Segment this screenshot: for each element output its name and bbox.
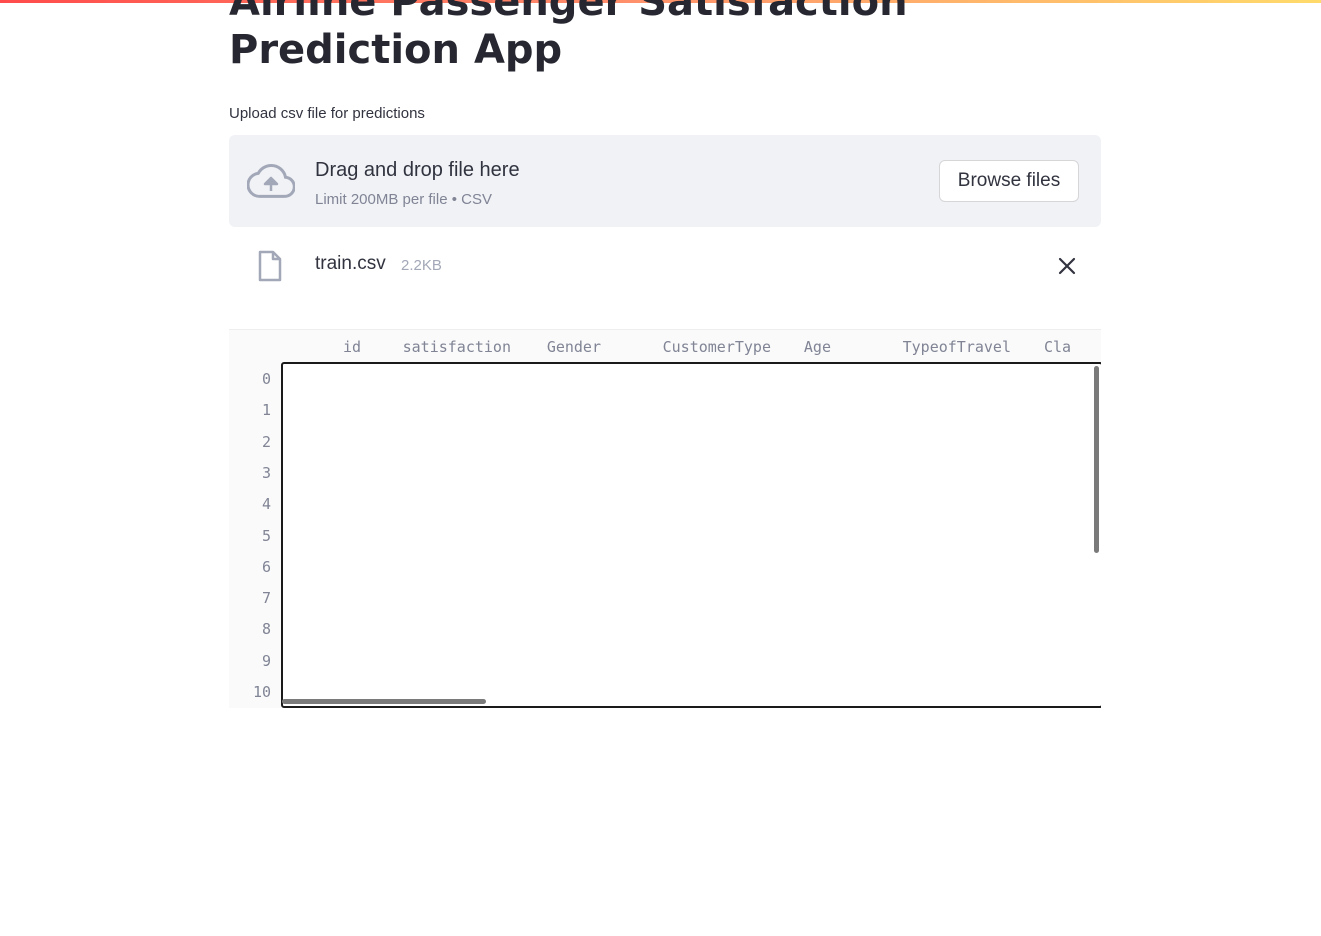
dropzone-title: Drag and drop file here	[315, 159, 520, 181]
browse-files-button[interactable]: Browse files	[939, 160, 1079, 202]
row-index: 8	[261, 620, 271, 639]
file-icon	[258, 250, 282, 282]
column-header-age: Age	[803, 338, 831, 356]
row-index: 10	[252, 683, 271, 701]
dropzone-limit: Limit 200MB per file • CSV	[315, 191, 492, 208]
cloud-upload-icon	[247, 163, 295, 198]
horizontal-scrollbar[interactable]	[282, 699, 486, 704]
row-index: 1	[261, 401, 271, 420]
dataframe-viewer[interactable]: id satisfaction Gender CustomerType Age Typeo…	[229, 329, 1101, 708]
row-index: 7	[261, 589, 271, 608]
column-header-customertype: CustomerType	[662, 338, 771, 356]
column-header-id: id	[342, 338, 361, 356]
column-header-typeoftravel: TypeofTravel	[902, 338, 1011, 356]
uploaded-file-row: train.csv 2.2KB	[229, 240, 1101, 292]
row-index: 6	[261, 557, 271, 576]
column-header-satisfaction: satisfaction	[402, 338, 511, 356]
file-dropzone[interactable]: Drag and drop file here Limit 200MB per …	[229, 135, 1101, 227]
row-index: 9	[261, 651, 271, 670]
row-index: 3	[261, 463, 271, 482]
dataframe-selection-frame[interactable]	[281, 362, 1101, 708]
file-name: train.csv	[315, 253, 386, 274]
row-index: 5	[261, 526, 271, 545]
row-index: 2	[261, 432, 271, 451]
upload-label: Upload csv file for predictions	[229, 105, 425, 122]
row-index: 4	[261, 495, 271, 514]
row-index: 0	[261, 370, 271, 388]
close-icon[interactable]	[1057, 256, 1077, 276]
page-title: Airline Passenger Satisfaction Predictio…	[229, 0, 908, 73]
vertical-scrollbar[interactable]	[1094, 366, 1099, 553]
column-header-gender: Gender	[546, 338, 601, 356]
file-size: 2.2KB	[401, 257, 442, 274]
column-header-cla: Cla	[1044, 338, 1072, 356]
